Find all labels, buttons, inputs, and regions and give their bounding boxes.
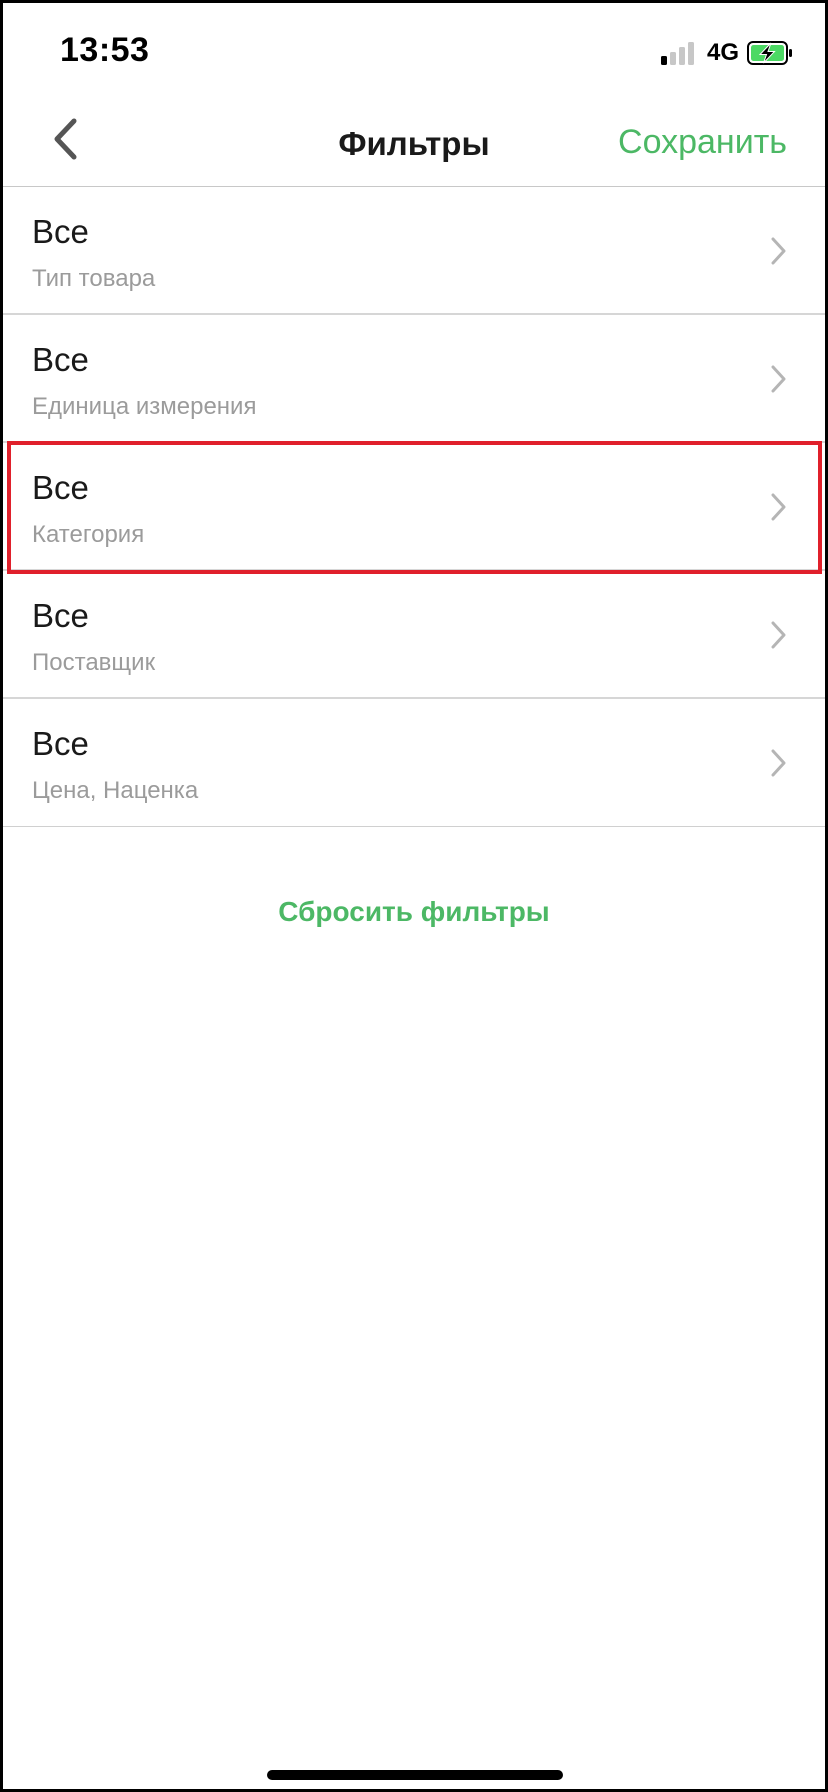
filter-list: Все Тип товара Все Единица измерения Все… [3,187,825,827]
filter-row-category[interactable]: Все Категория [3,443,825,571]
filter-row-supplier[interactable]: Все Поставщик [3,571,825,699]
filter-value: Все [32,341,89,378]
filter-value: Все [32,213,89,250]
home-indicator[interactable] [267,1770,563,1780]
navigation-bar: Фильтры Сохранить [3,101,825,187]
signal-icon [660,41,697,65]
filter-label: Тип товара [32,265,156,292]
save-button[interactable]: Сохранить [618,123,787,162]
chevron-right-icon [771,237,786,265]
filter-value: Все [32,597,89,634]
status-bar: 13:53 4G [3,3,825,101]
filter-label: Единица измерения [32,393,257,420]
filter-row-price-markup[interactable]: Все Цена, Наценка [3,699,825,827]
status-indicators: 4G [660,39,793,67]
filter-label: Поставщик [32,649,156,676]
filter-label: Цена, Наценка [32,777,199,804]
filter-row-product-type[interactable]: Все Тип товара [3,187,825,315]
reset-filters-button[interactable]: Сбросить фильтры [3,896,825,928]
status-time: 13:53 [60,31,150,69]
network-type: 4G [706,39,739,66]
chevron-right-icon [771,493,786,521]
battery-charging-icon [747,41,792,65]
chevron-right-icon [771,749,786,777]
filter-row-unit[interactable]: Все Единица измерения [3,315,825,443]
filter-value: Все [32,469,89,506]
filter-label: Категория [32,521,145,548]
screen: 13:53 4G Фильтры Сохранить Все Тип товар… [3,3,825,1789]
chevron-right-icon [771,365,786,393]
filter-value: Все [32,725,89,762]
chevron-right-icon [771,621,786,649]
